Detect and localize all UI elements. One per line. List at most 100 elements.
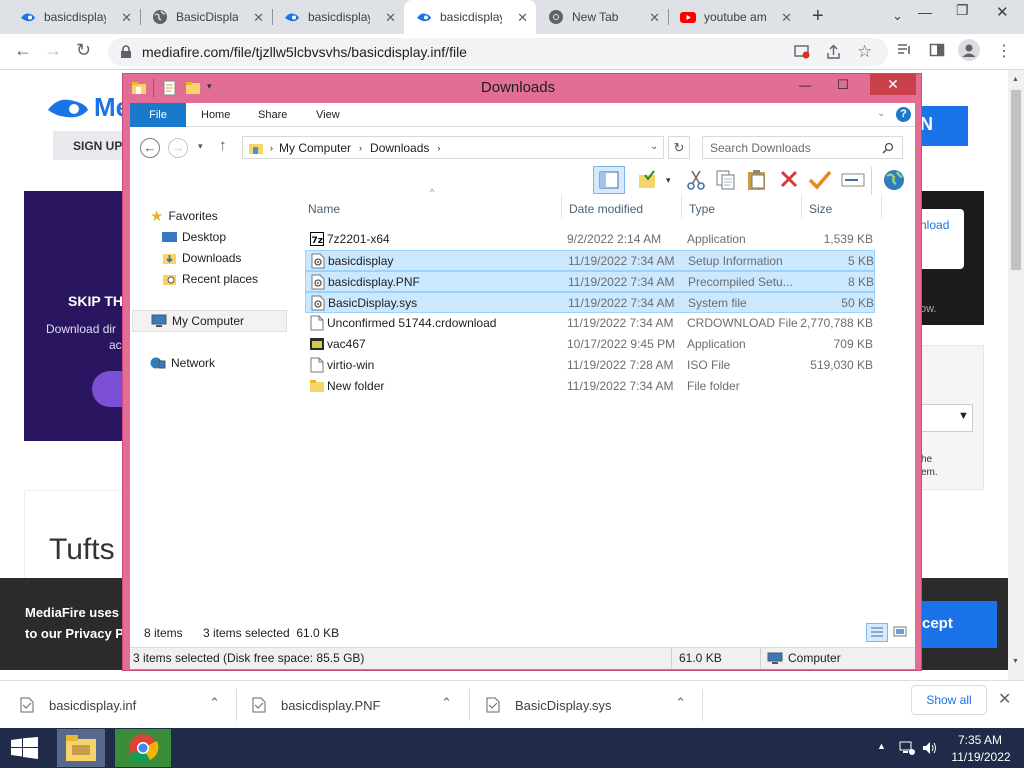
clock-date[interactable]: 11/19/2022 [946, 750, 1016, 764]
profile-avatar[interactable] [958, 39, 980, 61]
back-nav-icon[interactable]: ← [140, 138, 160, 158]
forward-icon[interactable]: → [44, 40, 62, 61]
column-date[interactable]: Date modified [569, 202, 643, 216]
sign-up-button[interactable]: SIGN UP [53, 131, 123, 160]
ribbon-expand-icon[interactable]: ⌄ [877, 108, 885, 119]
breadcrumb-my-computer[interactable]: My Computer [279, 141, 351, 155]
volume-icon[interactable] [921, 739, 939, 757]
taskbar-chrome[interactable] [115, 729, 171, 767]
tab-new-tab[interactable]: New Tab ✕ [536, 0, 668, 34]
share-icon[interactable] [826, 44, 842, 60]
network-tray-icon[interactable] [898, 739, 916, 757]
restore-icon[interactable]: ❐ [956, 2, 969, 19]
bookmark-star-icon[interactable]: ☆ [857, 42, 872, 62]
close-shelf-icon[interactable]: ✕ [998, 689, 1011, 709]
install-icon[interactable] [794, 45, 810, 59]
tab-basicdisplay-1[interactable]: basicdisplay ✕ [8, 0, 140, 34]
scrollbar-thumb[interactable] [1011, 90, 1021, 270]
nav-recent-places[interactable]: Recent places [162, 268, 258, 289]
back-icon[interactable]: ← [14, 40, 32, 61]
forward-nav-icon[interactable]: → [168, 138, 188, 158]
omnibox[interactable]: mediafire.com/file/tjzllw5lcbvsvhs/basic… [108, 38, 888, 66]
search-box[interactable]: Search Downloads [702, 136, 903, 159]
file-row[interactable]: basicdisplay.PNF 11/19/2022 7:34 AM Precom… [305, 271, 875, 292]
minimize-icon[interactable]: — [918, 4, 932, 20]
file-row[interactable]: vac467 10/17/2022 9:45 PM Application 709 K… [305, 334, 875, 355]
delete-icon[interactable] [779, 169, 799, 189]
file-row[interactable]: basicdisplay 11/19/2022 7:34 AM Setup Info… [305, 250, 875, 271]
column-size[interactable]: Size [809, 202, 832, 216]
accept-button[interactable]: cept [920, 601, 997, 648]
tab-basicdisplay-3[interactable]: basicdisplay ✕ [272, 0, 404, 34]
command-dropdown-icon[interactable]: ▾ [666, 175, 671, 186]
refresh-icon[interactable]: ↻ [668, 136, 690, 159]
reload-icon[interactable]: ↻ [76, 40, 91, 61]
file-row[interactable]: New folder 11/19/2022 7:34 AM File folder [305, 376, 875, 397]
nav-downloads[interactable]: Downloads [162, 247, 241, 268]
media-control-icon[interactable] [896, 42, 912, 58]
copy-icon[interactable] [715, 169, 737, 191]
file-row[interactable]: BasicDisplay.sys 11/19/2022 7:34 AM System… [305, 292, 875, 313]
paste-icon[interactable] [746, 168, 768, 192]
nav-desktop[interactable]: Desktop [162, 226, 226, 247]
tab-file[interactable]: File [130, 103, 186, 127]
breadcrumb-downloads[interactable]: Downloads [370, 141, 429, 155]
address-dropdown-icon[interactable]: ⌄ [650, 141, 658, 152]
maximize-window-icon[interactable]: ☐ [829, 77, 857, 97]
download-item-basicdisplay-pnf[interactable]: basicdisplay.PNF ⌃ [252, 681, 466, 729]
clock-time[interactable]: 7:35 AM [954, 733, 1006, 747]
nav-my-computer[interactable]: My Computer [132, 310, 287, 332]
preview-pane-button[interactable] [593, 166, 625, 194]
column-name[interactable]: Name [308, 202, 340, 216]
chevron-up-icon[interactable]: ⌃ [441, 695, 452, 711]
close-icon[interactable]: ✕ [385, 10, 396, 26]
taskbar-explorer[interactable] [57, 729, 105, 767]
check-icon[interactable] [808, 169, 832, 191]
tab-basicdisplay-2[interactable]: BasicDisplay ✕ [140, 0, 272, 34]
column-type[interactable]: Type [689, 202, 715, 216]
tab-share[interactable]: Share [258, 103, 287, 127]
cut-icon[interactable] [686, 169, 706, 191]
tab-home[interactable]: Home [201, 103, 230, 127]
up-icon[interactable]: ↑ [219, 137, 227, 154]
chevron-up-icon[interactable]: ⌃ [675, 695, 686, 711]
file-row[interactable]: virtio-win 11/19/2022 7:28 AM ISO File 519,… [305, 355, 875, 376]
close-explorer-button[interactable]: ✕ [870, 74, 916, 95]
rename-icon[interactable] [841, 172, 865, 188]
close-window-icon[interactable]: ✕ [996, 3, 1009, 21]
details-view-icon[interactable] [866, 623, 888, 642]
download-item-basicdisplay-inf[interactable]: basicdisplay.inf ⌃ [20, 681, 234, 729]
show-all-button[interactable]: Show all [911, 685, 987, 715]
minimize-window-icon[interactable]: — [791, 78, 819, 98]
tab-youtube[interactable]: youtube aml ✕ [668, 0, 800, 34]
tab-basicdisplay-active[interactable]: basicdisplay ✕ [404, 0, 536, 34]
windows-start-icon[interactable] [11, 737, 38, 759]
close-icon[interactable]: ✕ [781, 10, 792, 26]
side-panel-icon[interactable] [929, 42, 945, 58]
close-icon[interactable]: ✕ [649, 10, 660, 26]
chevron-up-icon[interactable]: ⌃ [209, 695, 220, 711]
new-tab-icon[interactable]: + [812, 5, 824, 28]
download-button-fragment[interactable]: nload [920, 209, 964, 269]
file-row[interactable]: Unconfirmed 51744.crdownload 11/19/2022 7… [305, 313, 875, 334]
file-row[interactable]: 7z 7z2201-x64 9/2/2022 2:14 AM Application 1… [305, 229, 875, 250]
nav-network[interactable]: Network [150, 352, 215, 373]
show-hidden-icons-icon[interactable]: ▲ [877, 741, 886, 751]
select-dropdown[interactable]: ▼ [921, 404, 973, 432]
globe-network-icon[interactable] [882, 168, 906, 192]
help-icon[interactable]: ? [896, 107, 911, 122]
close-icon[interactable]: ✕ [517, 10, 528, 26]
menu-icon[interactable]: ⋮ [996, 41, 1012, 61]
download-item-basicdisplay-sys[interactable]: BasicDisplay.sys ⌃ [486, 681, 700, 729]
nav-favorites[interactable]: ★ Favorites [150, 205, 218, 226]
tab-view[interactable]: View [316, 103, 340, 127]
close-icon[interactable]: ✕ [121, 10, 132, 26]
address-bar[interactable]: › My Computer › Downloads › [242, 136, 664, 159]
recent-locations-icon[interactable]: ▾ [198, 141, 203, 152]
file-date: 11/19/2022 7:34 AM [567, 379, 674, 393]
tab-search-chevron-icon[interactable]: ⌄ [892, 8, 903, 24]
close-icon[interactable]: ✕ [253, 10, 264, 26]
large-icons-view-icon[interactable] [891, 623, 911, 642]
properties-folder-icon[interactable] [637, 169, 659, 191]
page-scrollbar[interactable]: ▲ ▼ [1008, 70, 1024, 680]
